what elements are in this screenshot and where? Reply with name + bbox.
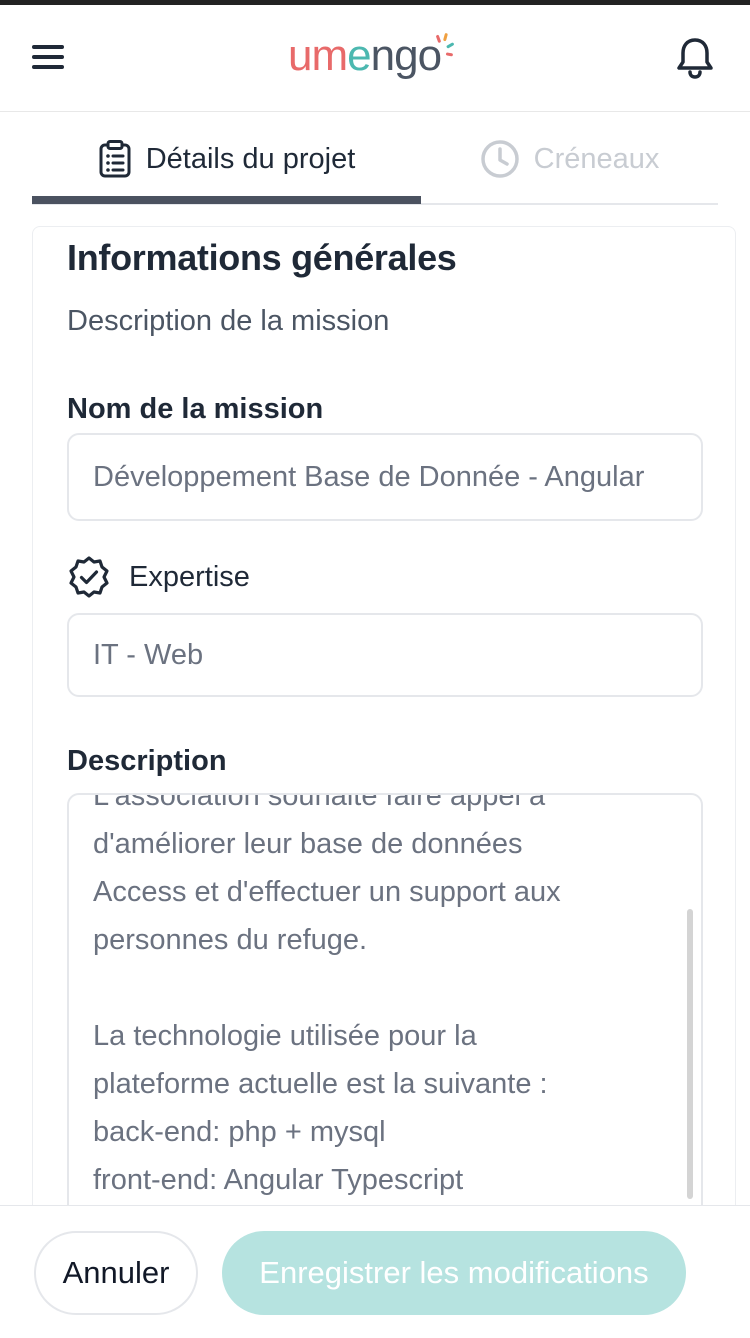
description-line: front-end: Angular Typescript (93, 1164, 464, 1196)
section-subtitle: Description de la mission (67, 305, 390, 337)
tab-creneaux-label: Créneaux (533, 142, 660, 175)
mission-name-label: Nom de la mission (67, 393, 324, 425)
tab-project-details[interactable]: Détails du projet (32, 113, 421, 205)
description-line: personnes du refuge. (93, 924, 368, 956)
clock-icon (480, 140, 519, 178)
active-tab-indicator (32, 196, 421, 204)
logo-text: umengo (288, 31, 442, 80)
expertise-label-row: Expertise (67, 555, 250, 599)
hamburger-menu-icon[interactable] (30, 41, 66, 73)
mission-name-input[interactable]: Développement Base de Donnée - Angular (67, 433, 703, 521)
description-label: Description (67, 745, 227, 777)
description-line: back-end: php + mysql (93, 1116, 386, 1148)
description-line: plateforme actuelle est la suivante : (93, 1068, 548, 1100)
check-badge-icon (69, 556, 109, 598)
description-scrollbar[interactable] (687, 909, 693, 1199)
tab-creneaux[interactable]: Créneaux (421, 113, 718, 205)
description-line: La technologie utilisée pour la (93, 1020, 477, 1052)
tab-project-details-label: Détails du projet (145, 142, 356, 175)
description-line: d'améliorer leur base de données (93, 828, 523, 860)
section-title: Informations générales (67, 237, 457, 278)
save-changes-button[interactable]: Enregistrer les modifications (222, 1231, 686, 1315)
description-line: Access et d'effectuer un support aux (93, 876, 561, 908)
cancel-button[interactable]: Annuler (34, 1231, 198, 1315)
umengo-logo[interactable]: umengo (288, 31, 454, 81)
general-info-card: Informations générales Description de la… (32, 226, 736, 1206)
expertise-label: Expertise (129, 560, 250, 593)
form-footer: Annuler Enregistrer les modifications (0, 1205, 750, 1338)
expertise-select[interactable]: IT - Web (67, 613, 703, 697)
bell-icon[interactable] (674, 35, 716, 81)
logo-sparkle-icon (436, 33, 454, 57)
description-text: L'association souhaite faire appel à d'a… (93, 793, 653, 1204)
description-textarea[interactable]: L'association souhaite faire appel à d'a… (67, 793, 703, 1206)
project-tabs: Détails du projet Créneaux (32, 113, 718, 205)
description-line (93, 964, 653, 1012)
clipboard-list-icon (99, 140, 131, 178)
app-header: umengo (0, 5, 750, 112)
description-line: L'association souhaite faire appel à (93, 793, 546, 812)
